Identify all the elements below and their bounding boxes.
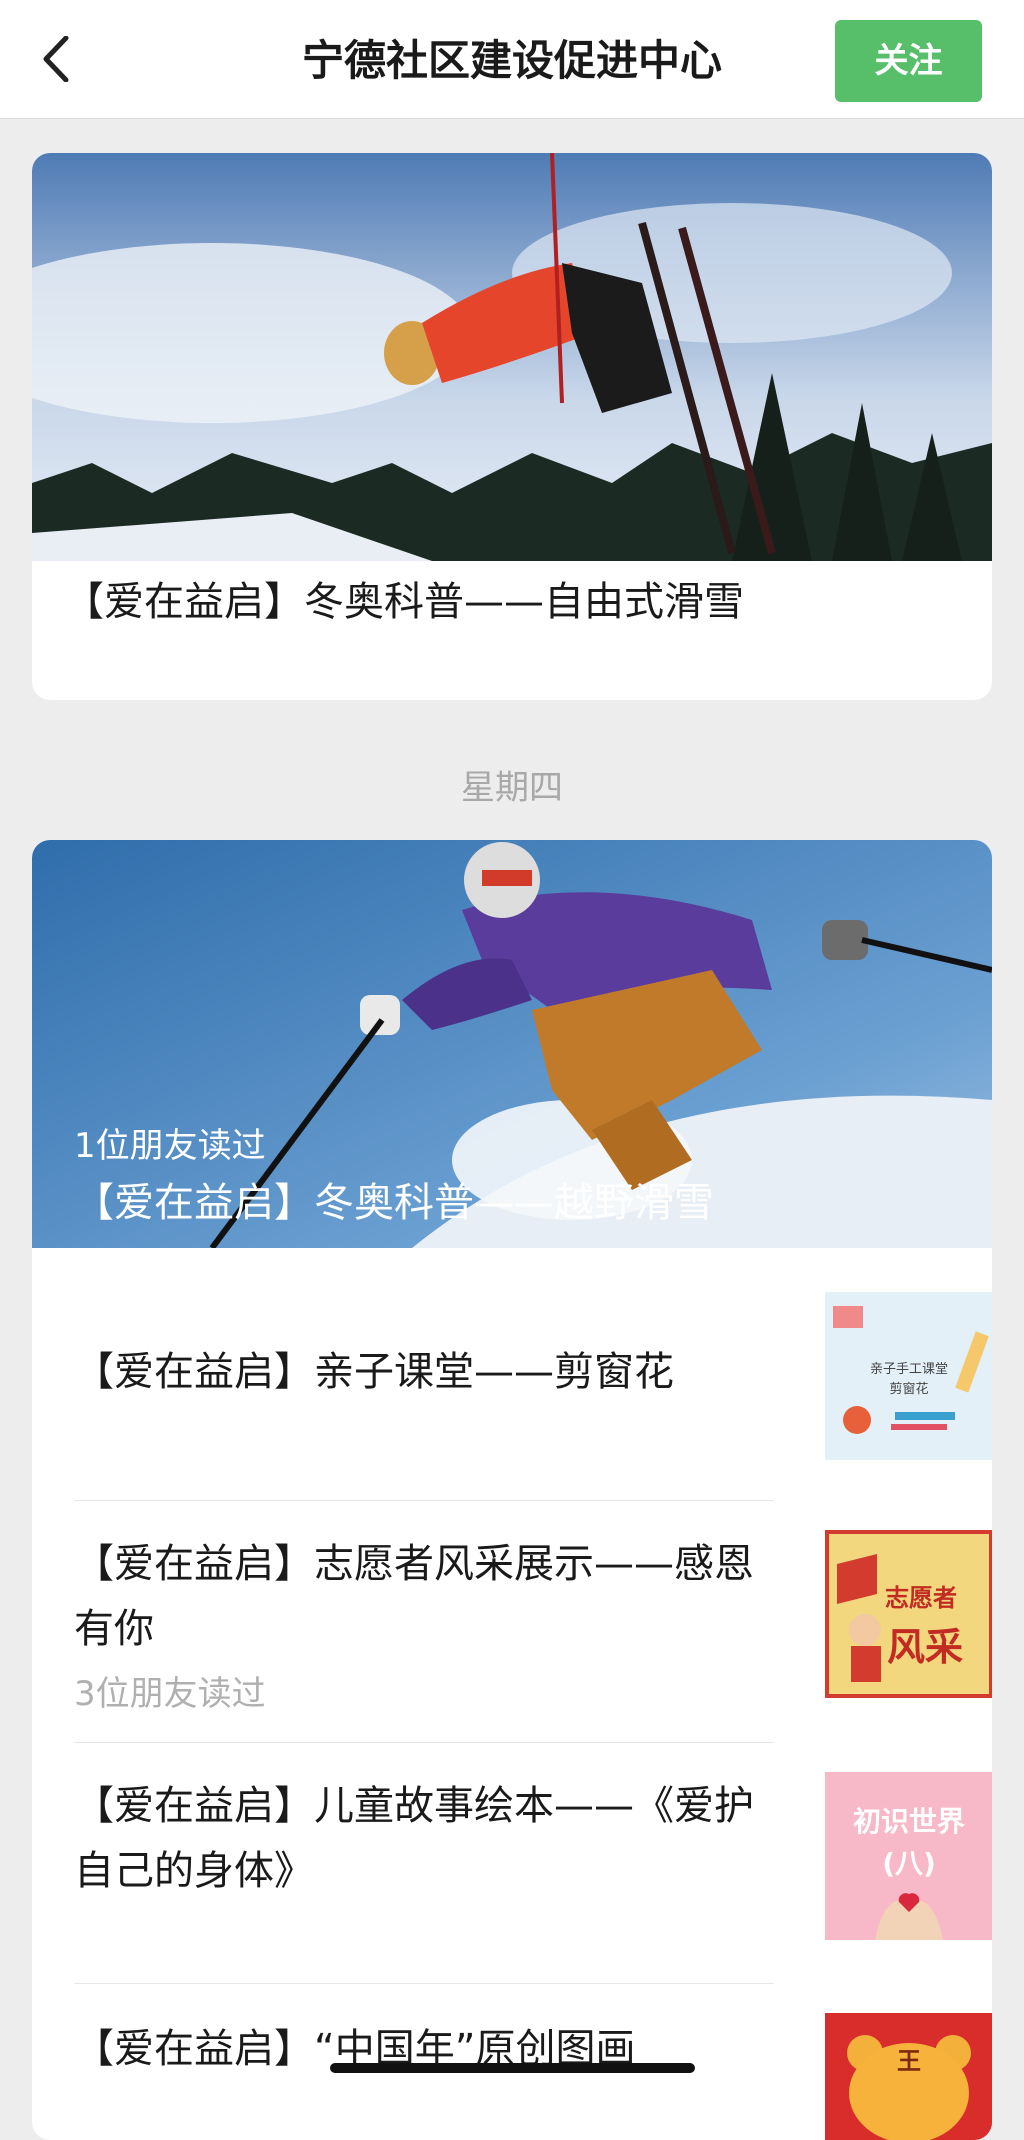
list-item-title: 【爱在益启】志愿者风采展示——感恩有你	[74, 1541, 754, 1652]
thumb-label: 风采	[887, 1625, 964, 1669]
volunteer-thumbnail: 志愿者 风采	[825, 1530, 992, 1698]
thumb-label: 亲子手工课堂	[869, 1362, 948, 1377]
list-item[interactable]: 【爱在益启】儿童故事绘本——《爱护自己的身体》 初识世界 (八)	[74, 1754, 992, 1982]
list-item-title: 【爱在益启】亲子课堂——剪窗花	[74, 1349, 674, 1395]
divider	[74, 1742, 774, 1743]
list-item-title: 【爱在益启】儿童故事绘本——《爱护自己的身体》	[74, 1783, 754, 1894]
thumb-label: 王	[897, 2047, 921, 2075]
article-card-top[interactable]: 【爱在益启】冬奥科普——自由式滑雪	[32, 153, 992, 700]
feature-read-count: 1位朋友读过	[74, 1126, 266, 1166]
thumb-label: 志愿者	[885, 1584, 957, 1612]
feature-article-title[interactable]: 【爱在益启】冬奥科普——越野滑雪	[74, 1170, 714, 1228]
article-group-card: 1位朋友读过 【爱在益启】冬奥科普——越野滑雪 【爱在益启】亲子课堂——剪窗花 …	[32, 840, 992, 2140]
divider	[74, 1983, 774, 1984]
picture-book-thumbnail: 初识世界 (八)	[825, 1772, 992, 1940]
list-item-read-count: 3位朋友读过	[74, 1674, 266, 1714]
thumb-label: 剪窗花	[889, 1382, 929, 1397]
tiger-thumbnail: 王	[825, 2013, 992, 2140]
list-item[interactable]: 【爱在益启】志愿者风采展示——感恩有你 3位朋友读过 志愿者 风采	[74, 1512, 992, 1740]
day-label: 星期四	[461, 768, 563, 808]
follow-button[interactable]: 关注	[835, 20, 982, 102]
thumb-label: (八)	[882, 1847, 936, 1880]
divider	[74, 1500, 774, 1501]
freestyle-ski-image	[32, 153, 992, 561]
top-bar: 宁德社区建设促进中心 关注	[0, 0, 1024, 119]
paper-cut-thumbnail: 亲子手工课堂 剪窗花	[825, 1292, 992, 1460]
thumb-label: 初识世界	[852, 1805, 965, 1838]
list-item[interactable]: 【爱在益启】亲子课堂——剪窗花 亲子手工课堂 剪窗花	[74, 1280, 992, 1470]
scrubber-mark	[330, 2063, 695, 2073]
